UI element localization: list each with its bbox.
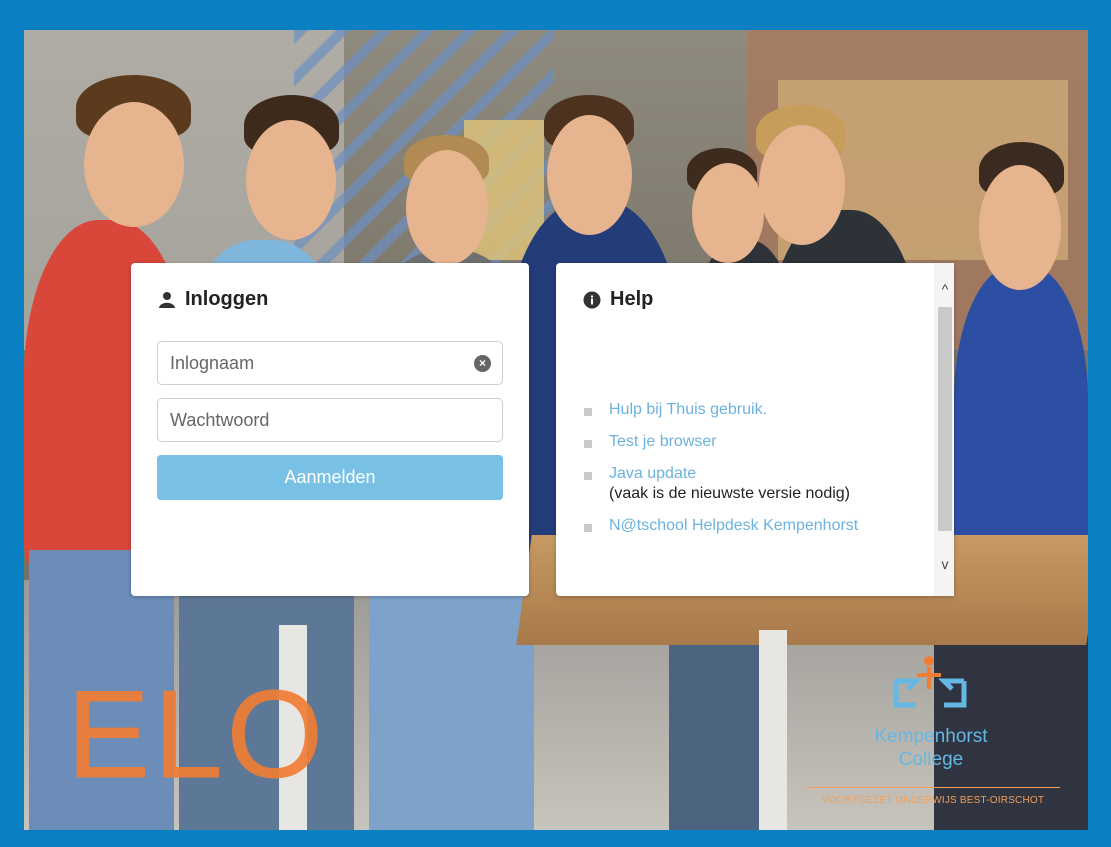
help-content: Help Hulp bij Thuis gebruik. Test je bro… (556, 263, 936, 596)
person-head (84, 102, 184, 227)
school-name-line2: College (898, 749, 964, 770)
help-panel: Help Hulp bij Thuis gebruik. Test je bro… (556, 263, 954, 596)
login-title-text: Inloggen (185, 288, 269, 310)
help-java-block: Java update (vaak is de nieuwste versie … (609, 464, 850, 504)
bullet-square-icon (584, 472, 592, 480)
school-name: Kempenhorst College (806, 725, 1056, 771)
help-list-item: Hulp bij Thuis gebruik. (584, 400, 858, 420)
help-java-note: (vaak is de nieuwste versie nodig) (609, 485, 851, 502)
password-input[interactable] (158, 399, 502, 441)
chevron-up-icon[interactable]: ^ (935, 281, 955, 303)
user-icon (157, 290, 177, 310)
help-links-list: Hulp bij Thuis gebruik. Test je browser … (584, 400, 858, 548)
person-head (759, 125, 845, 245)
info-icon (582, 290, 602, 310)
scrollbar-thumb[interactable] (938, 307, 952, 531)
person-head (547, 115, 632, 235)
help-link-helpdesk[interactable]: N@tschool Helpdesk Kempenhorst (609, 516, 858, 536)
school-subtitle: VOORTGEZET ONDERWIJS BEST-OIRSCHOT (806, 787, 1060, 806)
bullet-square-icon (584, 408, 592, 416)
kempenhorst-logo: Kempenhorst College VOORTGEZET ONDERWIJS… (806, 653, 1060, 808)
person-head (406, 150, 488, 265)
bullet-square-icon (584, 440, 592, 448)
person-head (692, 163, 764, 263)
login-panel: Inloggen × Aanmelden (131, 263, 529, 596)
help-list-item: Java update (vaak is de nieuwste versie … (584, 464, 858, 504)
help-title: Help (582, 288, 653, 311)
chevron-down-icon[interactable]: v (935, 556, 955, 578)
workbench-leg (759, 630, 787, 830)
help-link-thuis-gebruik[interactable]: Hulp bij Thuis gebruik. (609, 400, 767, 420)
username-field-wrapper: × (157, 341, 503, 385)
login-title: Inloggen (157, 288, 268, 311)
elo-logo: ELO (66, 666, 328, 804)
person-shape (954, 265, 1088, 565)
person-head (246, 120, 336, 240)
clear-input-icon[interactable]: × (474, 355, 491, 372)
help-link-java-update[interactable]: Java update (609, 465, 696, 482)
school-logo-icon (893, 656, 967, 708)
help-link-test-browser[interactable]: Test je browser (609, 432, 717, 452)
login-button[interactable]: Aanmelden (157, 455, 503, 500)
bullet-square-icon (584, 524, 592, 532)
help-list-item: N@tschool Helpdesk Kempenhorst (584, 516, 858, 536)
help-list-item: Test je browser (584, 432, 858, 452)
username-input[interactable] (158, 342, 502, 384)
help-title-text: Help (610, 288, 654, 310)
help-scrollbar[interactable]: ^ v (934, 263, 954, 596)
school-name-line1: Kempenhorst (874, 726, 988, 747)
password-field-wrapper (157, 398, 503, 442)
person-head (979, 165, 1061, 290)
